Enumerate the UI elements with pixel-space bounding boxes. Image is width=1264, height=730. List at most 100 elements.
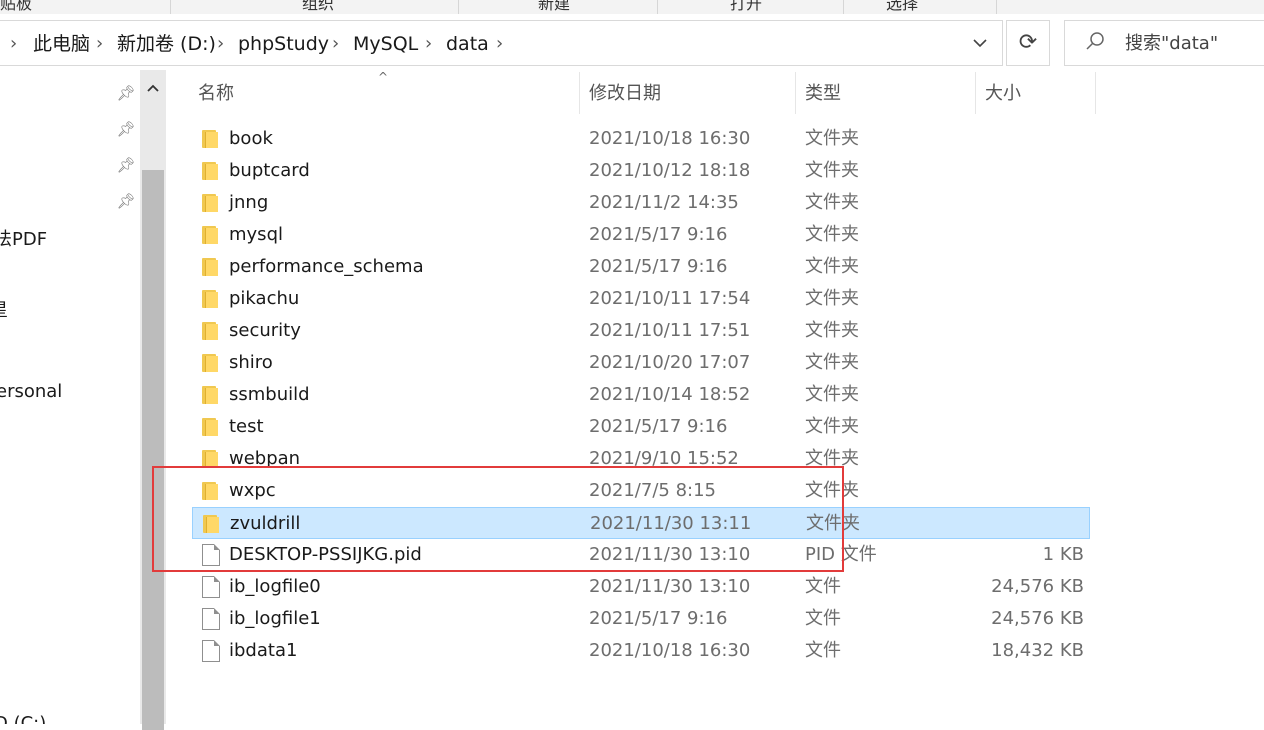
pin-icon[interactable]: 📌︎: [116, 155, 136, 175]
chevron-right-icon[interactable]: ›: [496, 21, 503, 67]
scroll-up-button[interactable]: [140, 76, 166, 102]
column-header-name[interactable]: 名称: [198, 72, 234, 116]
ribbon-group-organize[interactable]: 组织: [302, 0, 334, 14]
file-row[interactable]: webpan 2021/9/10 15:52 文件夹: [192, 443, 1090, 475]
address-bar[interactable]: › 此电脑 › 新加卷 (D:) › phpStudy › MySQL › da…: [0, 20, 1003, 66]
file-row[interactable]: ib_logfile0 2021/11/30 13:10 文件 24,576 KB: [192, 571, 1090, 603]
file-date-modified: 2021/11/30 13:10: [589, 576, 751, 597]
file-date-modified: 2021/9/10 15:52: [589, 448, 739, 469]
chevron-right-icon[interactable]: ›: [10, 21, 17, 67]
file-row[interactable]: jnng 2021/11/2 14:35 文件夹: [192, 187, 1090, 219]
file-row[interactable]: ib_logfile1 2021/5/17 9:16 文件 24,576 KB: [192, 603, 1090, 635]
ribbon-group-select[interactable]: 选择: [886, 0, 918, 14]
folder-icon: [202, 160, 222, 182]
file-size: 24,576 KB: [991, 608, 1084, 629]
refresh-button[interactable]: ⟳: [1006, 20, 1050, 66]
folder-icon: [202, 128, 222, 150]
chevron-right-icon[interactable]: ›: [425, 21, 432, 67]
column-header-size[interactable]: 大小: [985, 72, 1021, 116]
file-row[interactable]: security 2021/10/11 17:51 文件夹: [192, 315, 1090, 347]
ribbon-group-new[interactable]: 新建: [538, 0, 570, 14]
file-icon: [202, 608, 220, 630]
file-row[interactable]: DESKTOP-PSSIJKG.pid 2021/11/30 13:10 PID 文…: [192, 539, 1090, 571]
column-header-date[interactable]: 修改日期: [589, 72, 661, 116]
search-box[interactable]: 搜索"data": [1064, 20, 1264, 66]
file-date-modified: 2021/5/17 9:16: [589, 608, 728, 629]
nav-item-personal[interactable]: ersonal: [0, 381, 62, 402]
column-header-type[interactable]: 类型: [805, 72, 841, 116]
folder-icon: [202, 416, 222, 438]
file-date-modified: 2021/10/14 18:52: [589, 384, 751, 405]
file-row[interactable]: pikachu 2021/10/11 17:54 文件夹: [192, 283, 1090, 315]
file-type: 文件夹: [805, 480, 859, 501]
file-name: book: [229, 128, 273, 149]
file-row[interactable]: zvuldrill 2021/11/30 13:11 文件夹: [192, 507, 1090, 539]
column-divider[interactable]: [795, 72, 796, 114]
file-size: 1 KB: [1042, 544, 1084, 565]
file-type: PID 文件: [805, 544, 877, 565]
file-type: 文件: [805, 576, 841, 597]
chevron-right-icon[interactable]: ›: [217, 21, 224, 67]
chevron-right-icon[interactable]: ›: [332, 21, 339, 67]
folder-icon: [202, 256, 222, 278]
file-date-modified: 2021/10/11 17:51: [589, 320, 751, 341]
file-row[interactable]: buptcard 2021/10/12 18:18 文件夹: [192, 155, 1090, 187]
nav-item-drive-c[interactable]: D (C:): [0, 713, 46, 724]
column-divider[interactable]: [579, 72, 580, 114]
file-row[interactable]: ibdata1 2021/10/18 16:30 文件 18,432 KB: [192, 635, 1090, 667]
file-name: DESKTOP-PSSIJKG.pid: [229, 544, 422, 565]
file-name: ib_logfile0: [229, 576, 321, 597]
file-name: wxpc: [229, 480, 276, 501]
file-date-modified: 2021/7/5 8:15: [589, 480, 716, 501]
file-size: 18,432 KB: [991, 640, 1084, 661]
file-type: 文件夹: [805, 352, 859, 373]
address-history-dropdown[interactable]: [960, 21, 1000, 67]
folder-icon: [202, 320, 222, 342]
file-row[interactable]: ssmbuild 2021/10/14 18:52 文件夹: [192, 379, 1090, 411]
breadcrumb-mysql[interactable]: MySQL: [353, 21, 418, 67]
file-type: 文件: [805, 640, 841, 661]
column-divider[interactable]: [975, 72, 976, 114]
file-row[interactable]: book 2021/10/18 16:30 文件夹: [192, 123, 1090, 155]
file-row[interactable]: wxpc 2021/7/5 8:15 文件夹: [192, 475, 1090, 507]
column-divider[interactable]: [1095, 72, 1096, 114]
search-placeholder[interactable]: 搜索"data": [1125, 21, 1218, 67]
breadcrumb-phpstudy[interactable]: phpStudy: [238, 21, 329, 67]
file-row[interactable]: test 2021/5/17 9:16 文件夹: [192, 411, 1090, 443]
file-date-modified: 2021/5/17 9:16: [589, 256, 728, 277]
nav-item-pdf[interactable]: 法PDF: [0, 225, 47, 251]
breadcrumb-data[interactable]: data: [446, 21, 489, 67]
file-name: ibdata1: [229, 640, 298, 661]
file-row[interactable]: mysql 2021/5/17 9:16 文件夹: [192, 219, 1090, 251]
file-name: jnng: [229, 192, 269, 213]
pin-icon[interactable]: 📌︎: [116, 191, 136, 211]
pin-icon[interactable]: 📌︎: [116, 83, 136, 103]
scrollbar-thumb[interactable]: [142, 170, 164, 730]
pin-icon[interactable]: 📌︎: [116, 119, 136, 139]
file-date-modified: 2021/11/30 13:11: [590, 513, 752, 534]
file-date-modified: 2021/10/11 17:54: [589, 288, 751, 309]
breadcrumb-drive-d[interactable]: 新加卷 (D:): [117, 21, 216, 67]
file-icon: [202, 544, 220, 566]
file-row[interactable]: shiro 2021/10/20 17:07 文件夹: [192, 347, 1090, 379]
file-type: 文件夹: [805, 384, 859, 405]
ribbon: 贴板 组织 新建 打开 选择: [0, 0, 1264, 15]
folder-icon: [202, 192, 222, 214]
file-name: security: [229, 320, 301, 341]
folder-icon: [202, 288, 222, 310]
file-date-modified: 2021/11/30 13:10: [589, 544, 751, 565]
ribbon-group-open[interactable]: 打开: [730, 0, 762, 14]
file-size: 24,576 KB: [991, 576, 1084, 597]
file-name: test: [229, 416, 264, 437]
nav-scrollbar[interactable]: [140, 70, 166, 730]
file-name: buptcard: [229, 160, 310, 181]
chevron-right-icon[interactable]: ›: [96, 21, 103, 67]
file-date-modified: 2021/5/17 9:16: [589, 224, 728, 245]
breadcrumb-this-pc[interactable]: 此电脑: [33, 21, 90, 67]
ribbon-group-clipboard[interactable]: 贴板: [0, 0, 32, 14]
nav-item-partial[interactable]: 星: [0, 296, 8, 322]
file-type: 文件夹: [805, 128, 859, 149]
file-type: 文件夹: [805, 224, 859, 245]
file-row[interactable]: performance_schema 2021/5/17 9:16 文件夹: [192, 251, 1090, 283]
file-date-modified: 2021/11/2 14:35: [589, 192, 739, 213]
